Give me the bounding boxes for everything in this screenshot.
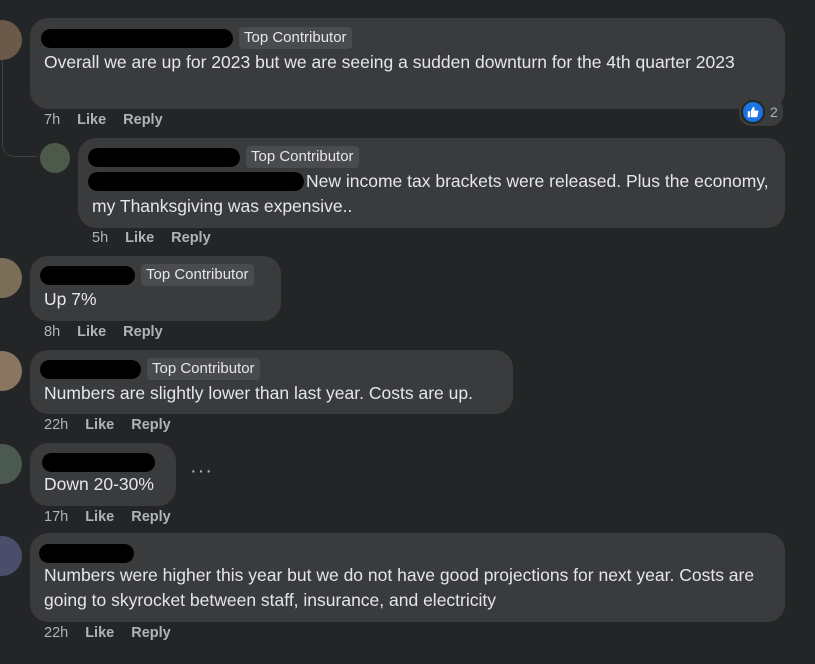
redacted-name [41, 28, 233, 48]
comment-text: Up 7% [44, 289, 97, 309]
top-contributor-badge: Top Contributor [239, 27, 352, 49]
redacted-name [39, 544, 134, 563]
reaction-summary[interactable]: 2 [739, 98, 783, 126]
reply-button[interactable]: Reply [131, 625, 171, 641]
redacted-name [88, 147, 240, 167]
like-button[interactable]: Like [85, 625, 114, 641]
thumbs-up-icon [741, 100, 765, 124]
reply-button[interactable]: Reply [123, 324, 163, 340]
comment-text: New income tax brackets were released. P… [92, 171, 769, 216]
comment-author[interactable]: Top Contributor [40, 358, 260, 380]
comment-author[interactable] [39, 544, 134, 563]
avatar[interactable] [0, 444, 22, 484]
reaction-count: 2 [770, 104, 778, 120]
comment-time[interactable]: 5h [92, 230, 108, 246]
comment-text: Overall we are up for 2023 but we are se… [44, 52, 735, 72]
comment-author[interactable]: Top Contributor [41, 27, 352, 49]
comment-time[interactable]: 22h [44, 625, 68, 641]
like-button[interactable]: Like [77, 112, 106, 128]
comment-actions: 22h Like Reply [44, 625, 188, 641]
comment-actions: 22h Like Reply [44, 417, 188, 433]
comment-actions: 7h Like Reply [44, 112, 180, 128]
reply-button[interactable]: Reply [131, 509, 171, 525]
comment-actions: 8h Like Reply [44, 324, 180, 340]
comment-time[interactable]: 7h [44, 112, 60, 128]
like-button[interactable]: Like [77, 324, 106, 340]
comment-author[interactable]: Top Contributor [40, 264, 254, 286]
redacted-name [40, 359, 141, 379]
comment-actions: 5h Like Reply [92, 230, 228, 246]
avatar[interactable] [0, 536, 22, 576]
comment-author[interactable]: Top Contributor [88, 146, 359, 168]
top-contributor-badge: Top Contributor [141, 264, 254, 286]
reply-button[interactable]: Reply [171, 230, 211, 246]
comment-text: Down 20-30% [44, 474, 154, 494]
redacted-name [40, 265, 135, 285]
comment-text: Numbers are slightly lower than last yea… [44, 383, 473, 403]
top-contributor-badge: Top Contributor [147, 358, 260, 380]
avatar[interactable] [0, 258, 22, 298]
comment-text: Numbers were higher this year but we do … [44, 565, 755, 610]
reply-button[interactable]: Reply [123, 112, 163, 128]
comment-time[interactable]: 22h [44, 417, 68, 433]
avatar[interactable] [40, 143, 70, 173]
comment-actions: 17h Like Reply [44, 509, 188, 525]
comment-author[interactable] [42, 453, 155, 472]
top-contributor-badge: Top Contributor [246, 146, 359, 168]
comment-time[interactable]: 8h [44, 324, 60, 340]
like-button[interactable]: Like [85, 417, 114, 433]
like-button[interactable]: Like [85, 509, 114, 525]
like-button[interactable]: Like [125, 230, 154, 246]
avatar[interactable] [0, 351, 22, 391]
comment-time[interactable]: 17h [44, 509, 68, 525]
more-options-icon[interactable]: ··· [190, 460, 213, 483]
redacted-name [42, 453, 155, 472]
reply-button[interactable]: Reply [131, 417, 171, 433]
